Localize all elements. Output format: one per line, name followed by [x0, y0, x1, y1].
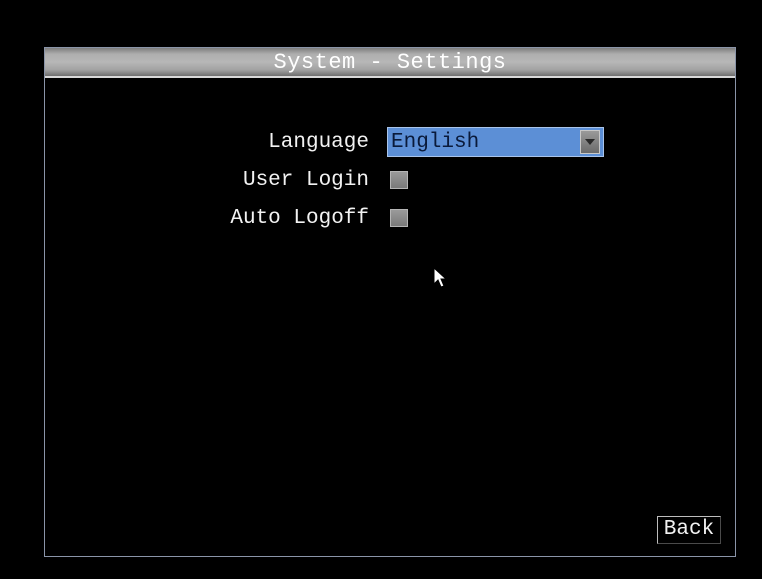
mouse-pointer-icon — [433, 267, 447, 288]
settings-window: System - Settings Language English User … — [44, 47, 736, 557]
language-label: Language — [268, 130, 369, 154]
user-login-checkbox[interactable] — [390, 171, 408, 189]
user-login-row: User Login — [45, 165, 735, 195]
user-login-label: User Login — [242, 168, 369, 192]
auto-logoff-checkbox[interactable] — [390, 209, 408, 227]
title-bar: System - Settings — [45, 48, 735, 78]
chevron-down-icon[interactable] — [580, 130, 600, 154]
back-button[interactable]: Back — [657, 516, 721, 544]
screen: System - Settings Language English User … — [0, 0, 762, 579]
window-title: System - Settings — [273, 50, 507, 75]
language-select-value: English — [391, 130, 480, 154]
language-row: Language English — [45, 127, 735, 157]
language-select[interactable]: English — [387, 127, 604, 157]
auto-logoff-label: Auto Logoff — [230, 206, 369, 230]
auto-logoff-row: Auto Logoff — [45, 203, 735, 233]
